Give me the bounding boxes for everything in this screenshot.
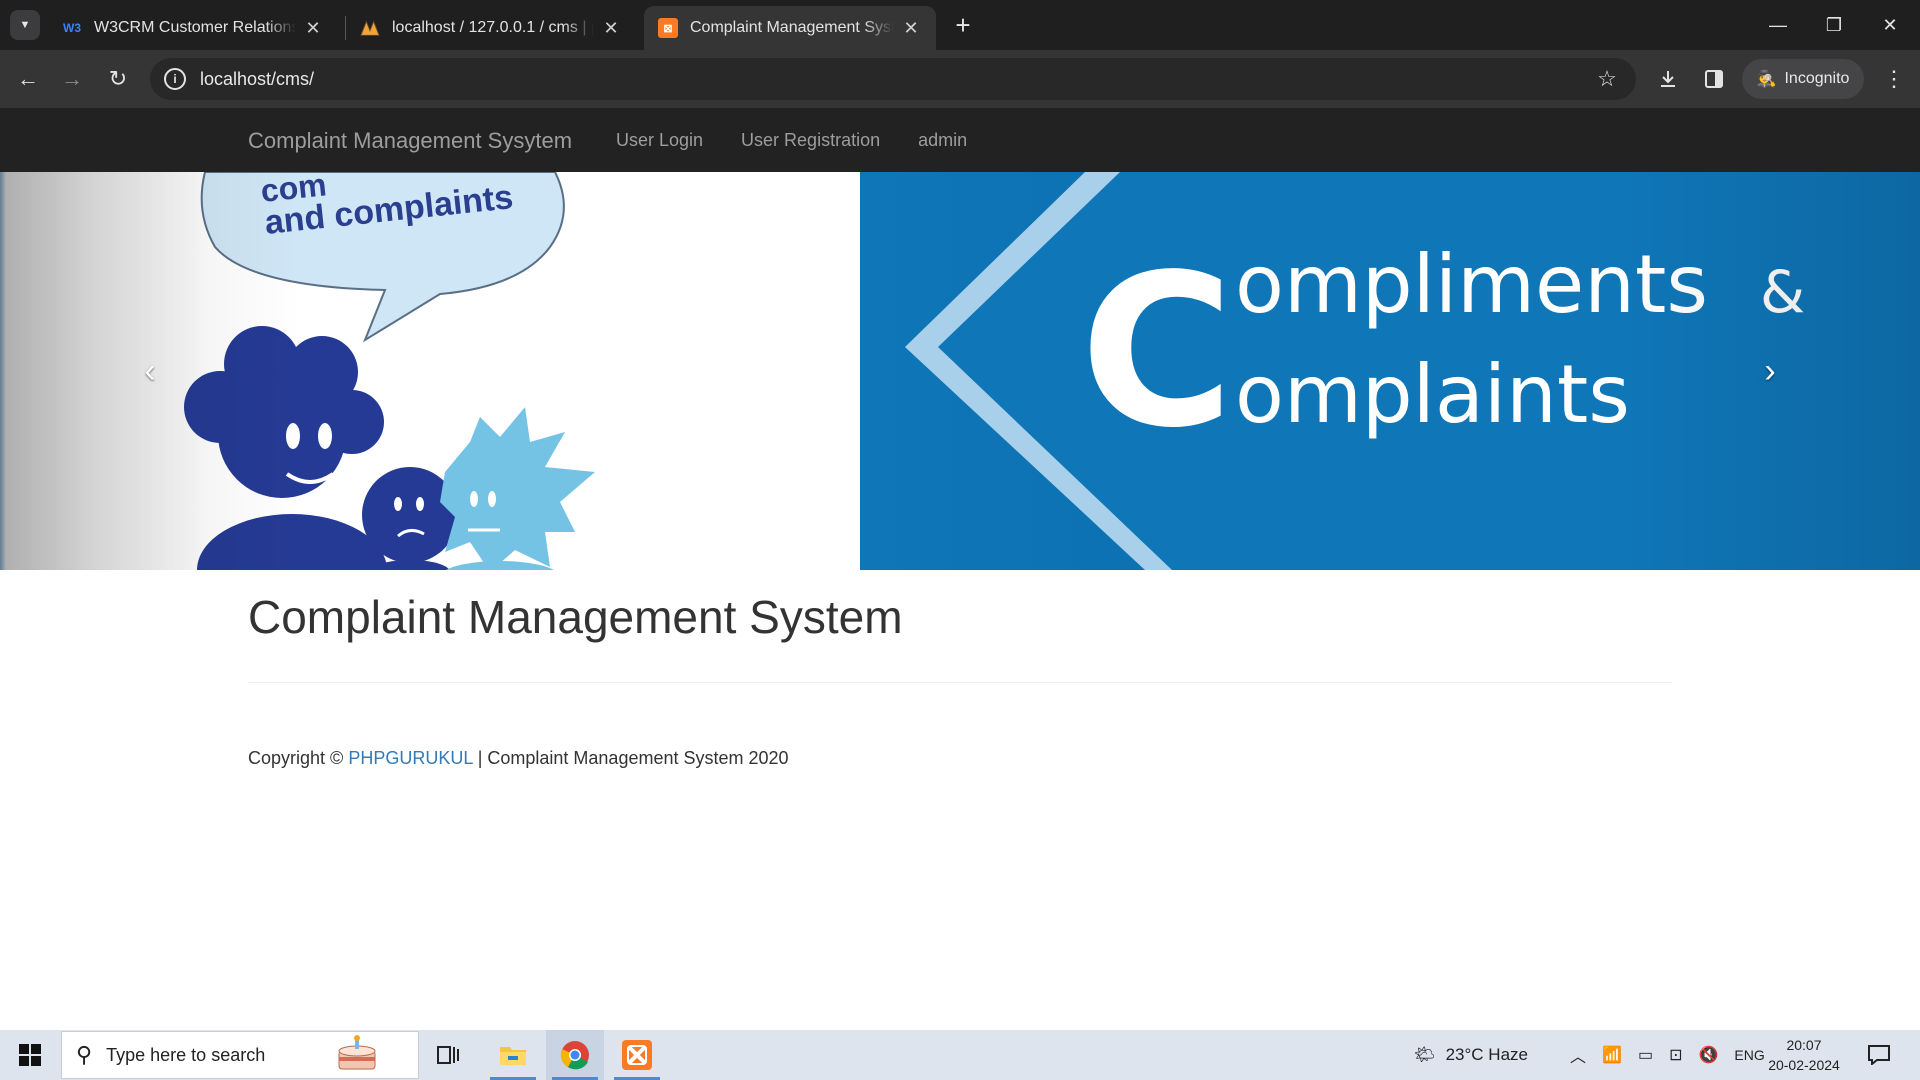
weather-widget[interactable]: 🌤 23°C Haze — [1414, 1030, 1528, 1080]
tab-title: W3CRM Customer Relationship — [94, 19, 296, 36]
more-menu-icon[interactable]: ⋮ — [1874, 59, 1914, 99]
nav-links: User Login User Registration admin — [616, 130, 1005, 151]
notification-icon[interactable] — [1850, 1030, 1908, 1080]
tab-w3crm[interactable]: W3 W3CRM Customer Relationship ✕ — [48, 6, 338, 50]
banner-big-c: C — [1080, 229, 1234, 474]
search-placeholder: Type here to search — [106, 1044, 266, 1065]
chevron-right-icon: › — [1764, 351, 1776, 390]
tab-phpmyadmin[interactable]: localhost / 127.0.0.1 / cms | php ✕ — [346, 6, 636, 50]
nav-user-login[interactable]: User Login — [616, 130, 703, 151]
incognito-label: Incognito — [1784, 70, 1850, 87]
search-icon: ⚲ — [76, 1042, 93, 1067]
taskbar-search-box[interactable]: ⚲ Type here to search — [61, 1031, 419, 1079]
tab-title: Complaint Management System — [690, 19, 894, 36]
tab-title: localhost / 127.0.0.1 / cms | php — [392, 19, 594, 36]
task-view-icon[interactable] — [420, 1030, 478, 1080]
meet-now-icon[interactable]: ⊡ — [1669, 1045, 1682, 1065]
browser-toolbar: ← → ↻ i localhost/cms/ ☆ 🕵 Incognito ⋮ — [0, 50, 1920, 108]
close-icon[interactable]: ✕ — [900, 18, 922, 39]
close-icon[interactable]: ✕ — [600, 18, 622, 39]
footer-copyright: Copyright © — [248, 748, 344, 768]
address-bar[interactable]: i localhost/cms/ ☆ — [150, 58, 1636, 100]
windows-start-icon[interactable] — [0, 1030, 60, 1080]
site-info-icon[interactable]: i — [164, 68, 186, 90]
banner-line-2: omplaints — [1235, 348, 1630, 441]
footer: Copyright © PHPGURUKUL | Complaint Manag… — [248, 748, 1672, 769]
system-tray: ︿ 📶 ▭ ⊡ 🔇 ENG — [1570, 1030, 1765, 1080]
incognito-icon: 🕵 — [1756, 71, 1777, 88]
site-brand[interactable]: Complaint Management Sysytem — [248, 128, 572, 154]
taskbar-clock[interactable]: 20:07 20-02-2024 — [1764, 1035, 1844, 1075]
clock-time: 20:07 — [1786, 1037, 1822, 1053]
page-title: Complaint Management System — [248, 591, 903, 643]
nav-user-registration[interactable]: User Registration — [741, 130, 880, 151]
minimize-icon[interactable]: — — [1750, 0, 1806, 50]
spiky-figure — [440, 407, 595, 570]
close-icon[interactable]: ✕ — [302, 18, 324, 39]
volume-muted-icon[interactable]: 🔇 — [1698, 1045, 1718, 1065]
tab-complaint-management[interactable]: ⊠ Complaint Management System ✕ — [644, 6, 936, 50]
chrome-icon[interactable] — [546, 1030, 604, 1080]
carousel-next-control[interactable]: › — [1620, 172, 1920, 570]
bookmark-star-icon[interactable]: ☆ — [1592, 66, 1622, 92]
new-tab-plus-icon[interactable]: + — [948, 10, 978, 40]
close-window-icon[interactable]: ✕ — [1862, 0, 1918, 50]
weather-text: 23°C Haze — [1445, 1045, 1528, 1064]
restore-icon[interactable]: ❐ — [1806, 0, 1862, 50]
wifi-icon[interactable]: 📶 — [1602, 1045, 1622, 1065]
divider — [248, 682, 1672, 683]
footer-phpgurukul-link[interactable]: PHPGURUKUL — [348, 748, 472, 768]
side-panel-icon[interactable] — [1694, 59, 1734, 99]
battery-icon[interactable]: ▭ — [1638, 1045, 1653, 1065]
tab-search-chevron-icon[interactable]: ▼ — [10, 10, 40, 40]
xampp-icon[interactable] — [608, 1030, 666, 1080]
w3crm-favicon-icon: W3 — [63, 21, 81, 35]
back-arrow-icon[interactable]: ← — [8, 59, 48, 99]
language-indicator[interactable]: ENG — [1734, 1047, 1764, 1063]
footer-text: | Complaint Management System 2020 — [477, 748, 789, 768]
chevron-up-icon[interactable]: ︿ — [1570, 1043, 1586, 1067]
phpmyadmin-favicon-icon — [360, 18, 380, 38]
download-icon[interactable] — [1648, 59, 1688, 99]
forward-arrow-icon[interactable]: → — [52, 59, 92, 99]
url-text[interactable]: localhost/cms/ — [200, 69, 1592, 90]
birthday-cake-icon — [331, 1033, 383, 1078]
incognito-badge[interactable]: 🕵 Incognito — [1742, 59, 1864, 99]
nav-admin[interactable]: admin — [918, 130, 967, 151]
windows-taskbar: ⚲ Type here to search 🌤 23°C Haze ︿ 📶 ▭ … — [0, 1030, 1920, 1080]
browser-tab-strip: ▼ W3 W3CRM Customer Relationship ✕ local… — [0, 0, 1920, 50]
xampp-favicon-icon: ⊠ — [658, 18, 678, 38]
reload-icon[interactable]: ↻ — [98, 59, 138, 99]
carousel-prev-control[interactable]: ‹ — [0, 172, 300, 570]
site-navbar: Complaint Management Sysytem User Login … — [0, 108, 1920, 173]
hero-carousel: com and complaints — [0, 172, 1920, 570]
weather-haze-icon: 🌤 — [1414, 1045, 1436, 1064]
file-explorer-icon[interactable] — [484, 1030, 542, 1080]
clock-date: 20-02-2024 — [1768, 1057, 1840, 1073]
chevron-left-icon: ‹ — [144, 351, 156, 390]
